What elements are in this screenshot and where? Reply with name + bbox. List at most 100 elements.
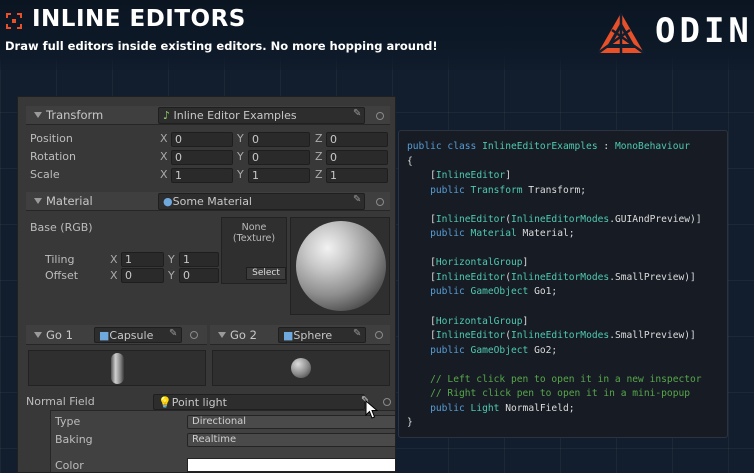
offset-x-field[interactable]: 0 [121, 268, 164, 283]
pen-icon[interactable]: ✎ [353, 328, 361, 339]
code-token: Go1; [528, 286, 558, 298]
page-subtitle: Draw full editors inside existing editor… [5, 39, 438, 53]
go2-preview [212, 350, 390, 386]
rotation-x-field[interactable]: 0 [171, 150, 233, 165]
unity-inspector: Transform ♪ Inline Editor Examples ✎ Pos… [17, 96, 396, 473]
sphere-small-preview [291, 358, 311, 378]
pen-icon[interactable]: ✎ [353, 194, 361, 205]
code-token: InlineEditor [435, 271, 506, 283]
texture-select-button[interactable]: Select [246, 267, 286, 280]
position-z-field[interactable]: 0 [326, 132, 388, 147]
axis-z-label: Z [315, 132, 323, 145]
offset-y-field[interactable]: 0 [179, 268, 219, 283]
code-token: MonoBehaviour [614, 141, 691, 152]
sphere-preview [296, 221, 386, 311]
type-label: Type [55, 415, 81, 428]
code-line: public Transform Transform; [407, 184, 727, 199]
code-token: public [407, 344, 471, 356]
material-title: Material [46, 194, 93, 208]
go2-title: Go 2 [230, 328, 257, 342]
code-line: public Light NormalField; [407, 402, 727, 417]
tiling-x-field[interactable]: 1 [121, 252, 164, 267]
code-token: ] [522, 257, 529, 269]
code-line: public Material Material; [407, 227, 727, 242]
color-swatch[interactable] [187, 458, 395, 472]
axis-y-label: Y [237, 132, 244, 145]
object-picker-icon[interactable] [375, 331, 383, 339]
code-token: } [407, 417, 413, 429]
transform-object-field[interactable]: ♪ Inline Editor Examples [158, 107, 365, 124]
axis-x-label: X [110, 253, 118, 266]
code-token: Go2; [528, 344, 558, 356]
object-picker-icon[interactable] [383, 398, 391, 406]
go2-object-name: Sphere [293, 329, 333, 342]
scale-y-field[interactable]: 1 [248, 168, 310, 183]
texture-slot[interactable]: None (Texture) Select [221, 217, 287, 284]
code-token: InlineEditor [435, 330, 506, 342]
code-line: [InlineEditor(InlineEditorModes.SmallPre… [407, 271, 727, 286]
material-object-field[interactable]: ●Some Material [158, 193, 365, 210]
code-token: HorizontalGroup [435, 315, 523, 327]
scale-z-field[interactable]: 1 [326, 168, 388, 183]
code-line: public GameObject Go2; [407, 344, 727, 359]
tiling-y-field[interactable]: 1 [179, 252, 219, 267]
position-x-field[interactable]: 0 [171, 132, 233, 147]
code-token: [ [407, 330, 436, 342]
object-picker-icon[interactable] [376, 198, 384, 206]
axis-y-label: Y [168, 269, 175, 282]
foldout-arrow-icon[interactable] [34, 198, 42, 204]
object-picker-icon[interactable] [376, 112, 384, 120]
position-y-field[interactable]: 0 [248, 132, 310, 147]
transform-title: Transform [46, 108, 104, 122]
code-line: // Left click pen to open it in a new in… [407, 373, 727, 388]
code-token: [ [407, 213, 436, 225]
material-icon: ● [163, 195, 173, 208]
axis-z-label: Z [315, 150, 323, 163]
code-token: public class [407, 141, 483, 152]
cube-icon: ■ [99, 329, 110, 342]
material-object-name: Some Material [172, 195, 252, 208]
rotation-y-field[interactable]: 0 [248, 150, 310, 165]
object-picker-icon[interactable] [190, 331, 198, 339]
code-line: { [407, 155, 727, 170]
go1-object-name: Capsule [109, 329, 154, 342]
capsule-preview [111, 353, 124, 384]
normal-field-object[interactable]: 💡Point light [153, 394, 365, 410]
code-token: // Right click pen to open it in a mini-… [407, 388, 691, 400]
code-token: public [407, 184, 471, 196]
scale-x-field[interactable]: 1 [171, 168, 233, 183]
code-token: NormalField; [499, 402, 575, 414]
foldout-arrow-icon[interactable] [34, 112, 42, 118]
scale-label: Scale [30, 168, 60, 181]
code-token: public [407, 402, 471, 414]
tiling-label: Tiling [45, 253, 75, 266]
code-token: HorizontalGroup [435, 257, 523, 269]
code-token: [ [407, 257, 436, 269]
code-line: public class InlineEditorExamples : Mono… [407, 140, 727, 155]
code-token: Transform; [522, 184, 587, 196]
rotation-z-field[interactable]: 0 [326, 150, 388, 165]
cube-icon: ■ [283, 329, 294, 342]
texture-none-label: None (Texture) [232, 222, 276, 244]
code-token: InlineEditor [435, 170, 506, 182]
foldout-arrow-icon[interactable] [34, 332, 42, 338]
script-icon: ♪ [163, 109, 171, 122]
pen-icon[interactable]: ✎ [169, 328, 177, 339]
light-bulb-icon: 💡 [158, 396, 172, 409]
code-panel: public class InlineEditorExamples : Mono… [398, 130, 728, 438]
code-token: InlineEditorModes [510, 213, 610, 225]
material-preview [290, 217, 390, 315]
code-token: Transform [470, 184, 523, 196]
foldout-arrow-icon[interactable] [218, 332, 226, 338]
offset-label: Offset [45, 269, 79, 282]
color-label: Color [55, 459, 84, 472]
baking-dropdown[interactable]: Realtime [187, 433, 395, 447]
pen-icon[interactable]: ✎ [353, 108, 361, 119]
code-token: GameObject [470, 286, 529, 298]
mini-popup-inspector: Type Directional Baking Realtime Color [50, 410, 395, 472]
code-token: .GUIAndPreview)] [609, 213, 702, 225]
code-token: public [407, 286, 471, 298]
